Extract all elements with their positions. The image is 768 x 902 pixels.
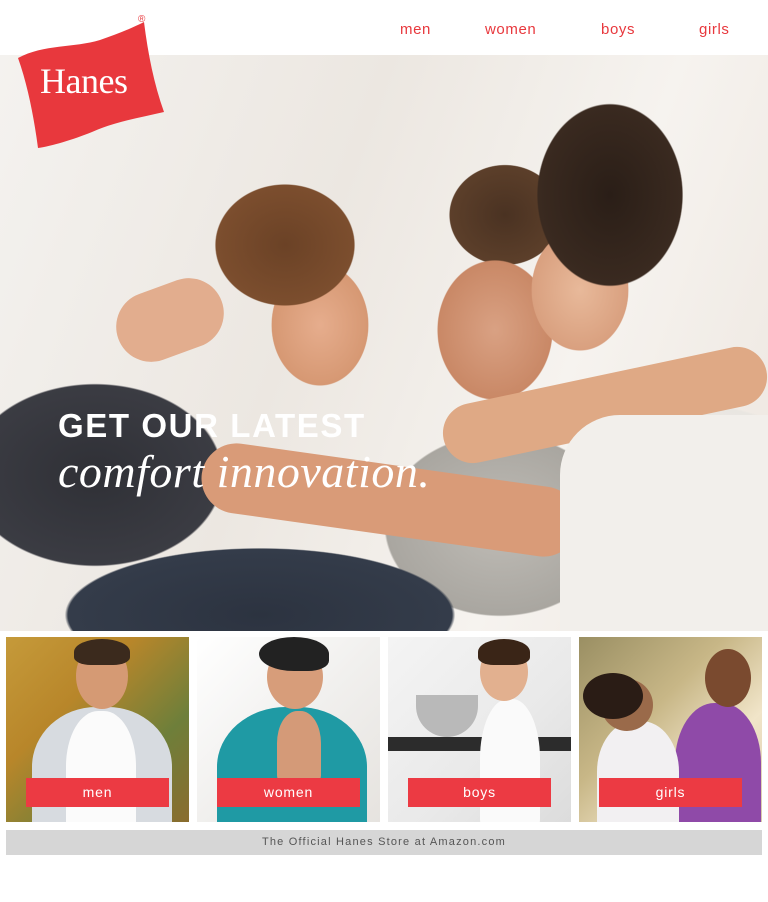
category-tile-women[interactable]: women [197,637,380,822]
registered-mark: ® [138,14,146,25]
hanes-logo[interactable]: Hanes ® [14,14,170,152]
nav-link-boys[interactable]: boys [601,21,635,38]
tile-label-girls: girls [599,778,742,807]
tile-label-women: women [217,778,360,807]
logo-wordmark: Hanes [40,61,128,101]
official-store-link[interactable]: The Official Hanes Store at Amazon.com [6,830,762,855]
nav-link-girls[interactable]: girls [699,21,730,38]
nav-link-men[interactable]: men [400,21,431,38]
category-tile-boys[interactable]: boys [388,637,571,822]
hero-headline: GET OUR LATEST [58,407,366,444]
tile-label-men: men [26,778,169,807]
nav-link-women[interactable]: women [485,21,536,38]
category-tile-girls[interactable]: girls [579,637,762,822]
tile-label-boys: boys [408,778,551,807]
hero-subheadline: comfort innovation. [58,446,431,497]
category-tile-men[interactable]: men [6,637,189,822]
